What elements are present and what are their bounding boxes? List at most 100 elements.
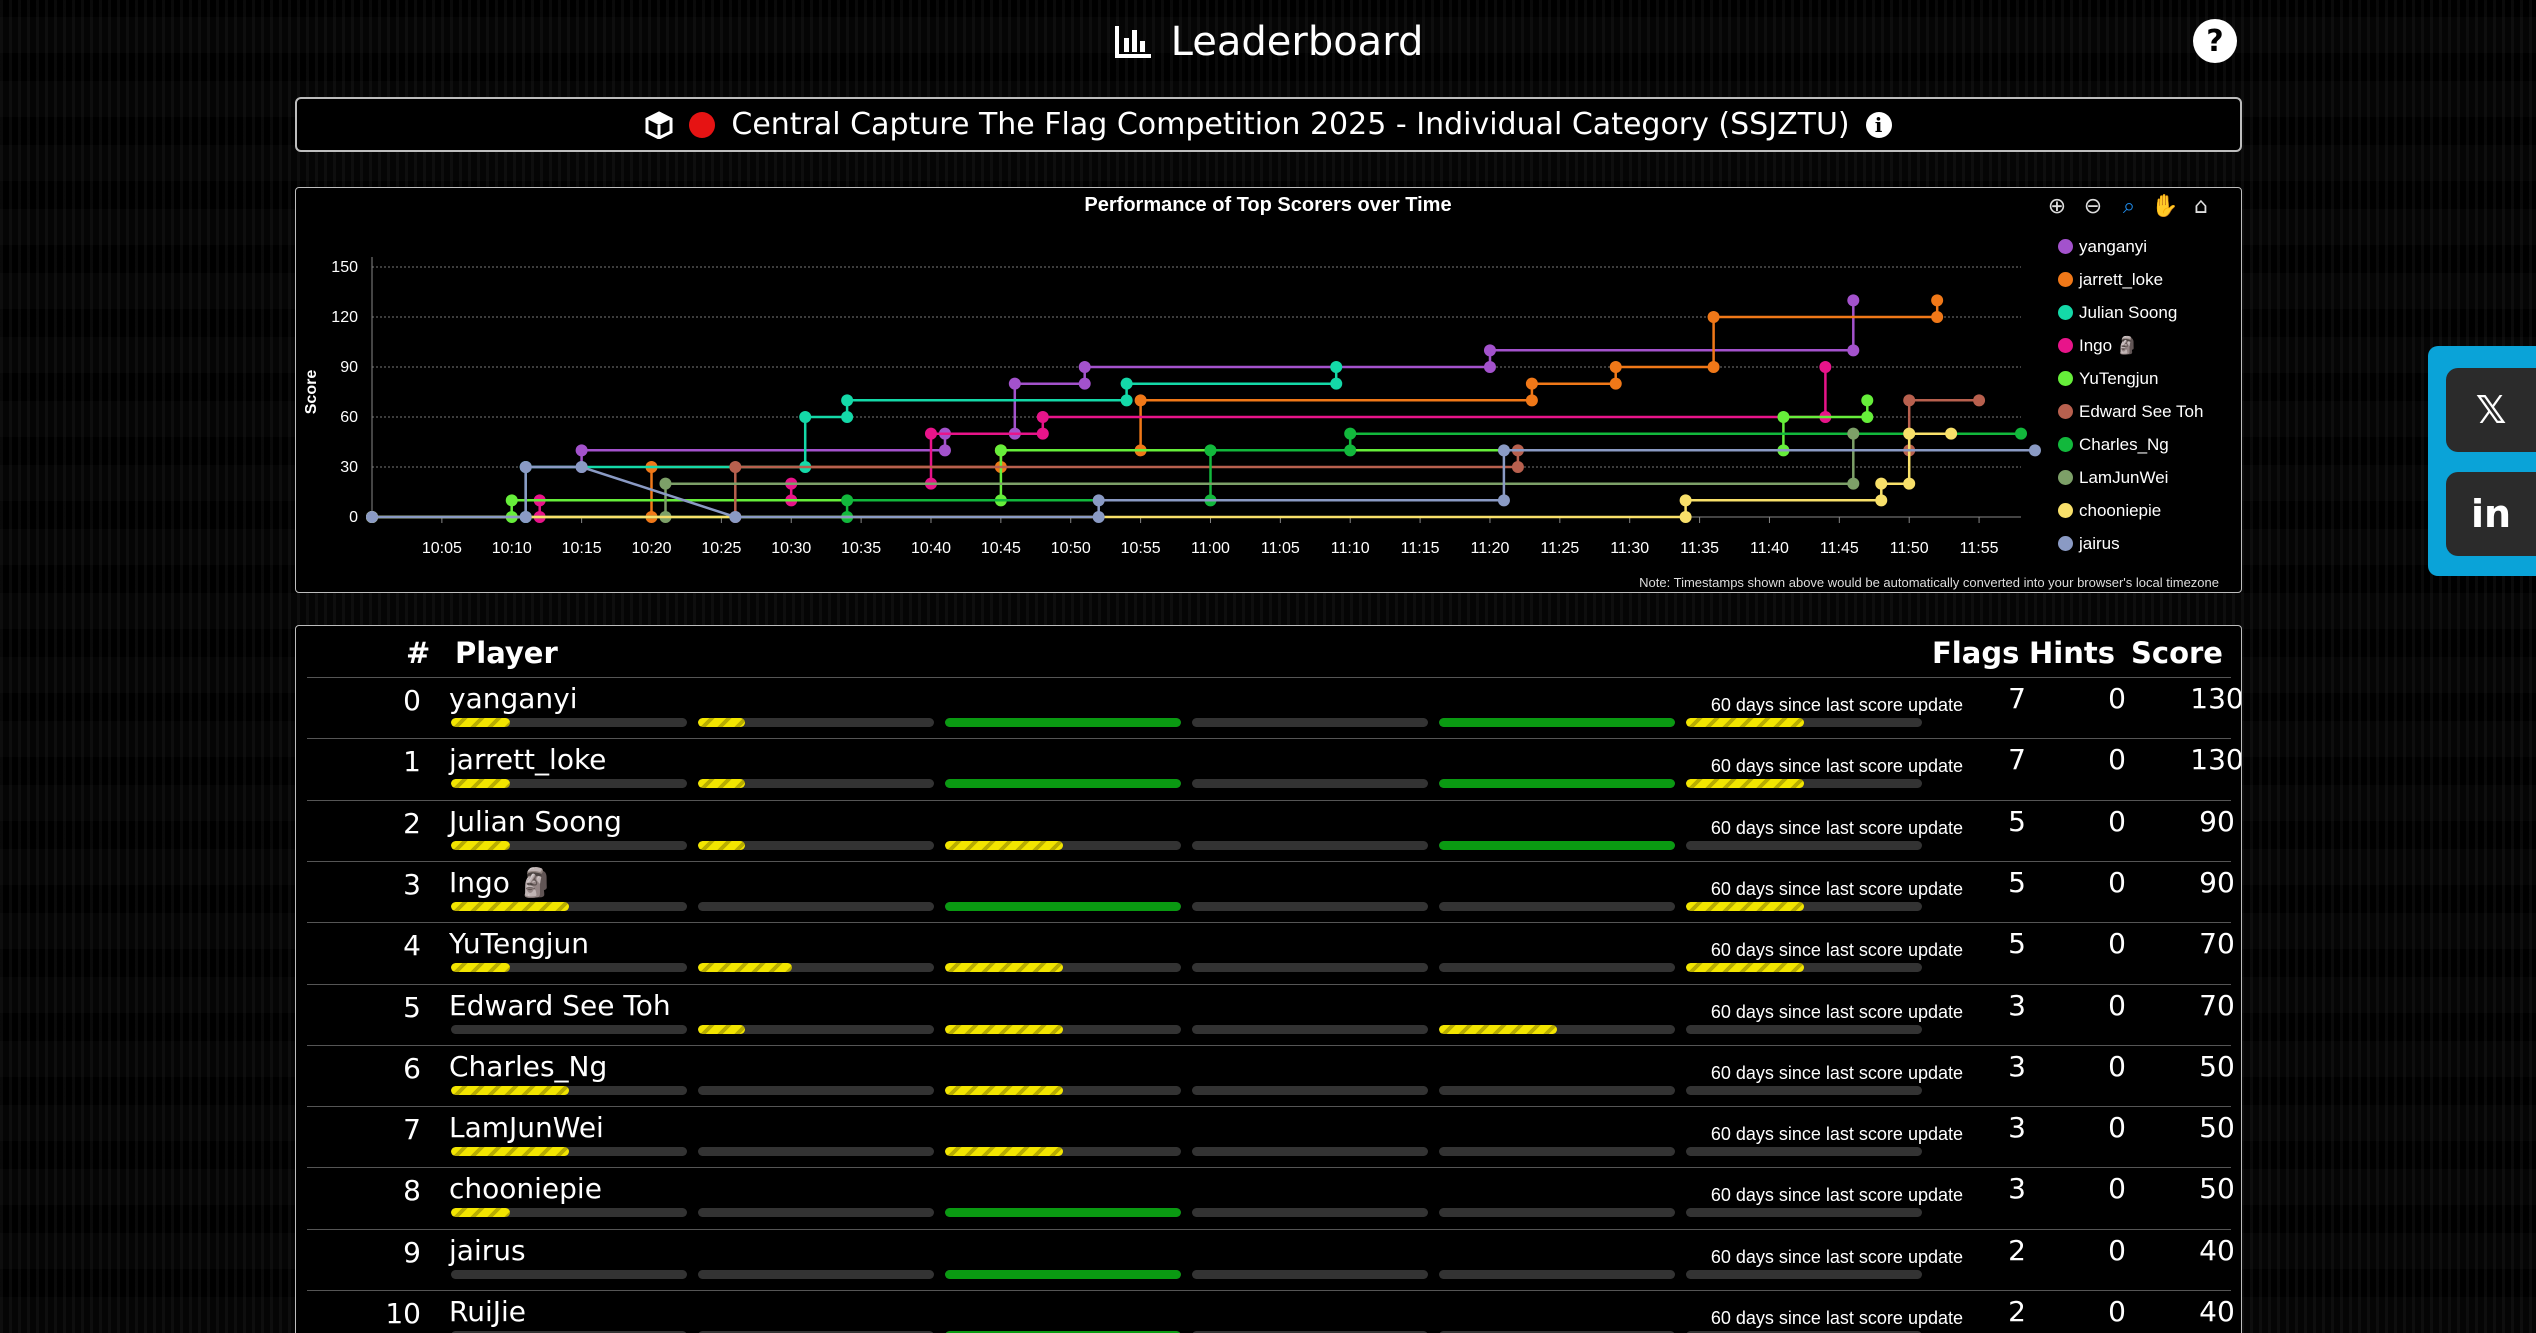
x-tick-label: 11:30	[1610, 540, 1649, 557]
zoom-out-icon[interactable]: ⊖	[2079, 192, 2107, 220]
progress-fill	[698, 840, 746, 850]
table-row[interactable]: 2 Julian Soong 60 days since last score up…	[307, 799, 2235, 861]
table-row[interactable]: 9 jairus 60 days since last score update 2 0…	[307, 1228, 2235, 1290]
legend-label: jarrett_loke	[2079, 269, 2164, 289]
player-name[interactable]: YuTengjun	[449, 927, 589, 960]
timezone-note: Note: Timestamps shown above would be au…	[1639, 575, 2219, 590]
progress-fill	[451, 1147, 569, 1157]
table-row[interactable]: 8 chooniepie 60 days since last score upda…	[307, 1167, 2235, 1228]
category-progress-bar	[1439, 901, 1675, 911]
legend-marker	[2058, 404, 2073, 419]
header-rank: #	[406, 636, 431, 670]
legend-item[interactable]: Ingo 🗿	[2058, 329, 2203, 362]
hints-cell: 0	[2108, 1111, 2126, 1145]
data-point	[1525, 377, 1538, 390]
table-row[interactable]: 4 YuTengjun 60 days since last score updat…	[307, 922, 2235, 983]
x-icon[interactable]: 𝕏	[2446, 368, 2536, 452]
hints-cell: 0	[2108, 804, 2126, 838]
table-row[interactable]: 3 Ingo 🗿 60 days since last score update 5 0…	[307, 860, 2235, 922]
progress-fill	[945, 1147, 1063, 1157]
x-tick-label: 11:50	[1890, 540, 1929, 557]
table-row[interactable]: 0 yanganyi 60 days since last score update…	[307, 677, 2241, 738]
legend-item[interactable]: YuTengjun	[2058, 362, 2203, 395]
table-row[interactable]: 5 Edward See Toh 60 days since last score …	[307, 983, 2235, 1045]
legend-item[interactable]: Edward See Toh	[2058, 395, 2203, 428]
category-progress-bar	[945, 779, 1181, 789]
flags-cell: 3	[2008, 1111, 2026, 1145]
legend-label: chooniepie	[2079, 500, 2162, 520]
data-point	[575, 444, 588, 457]
category-progress-bar	[1192, 718, 1428, 727]
data-point	[1483, 344, 1496, 357]
x-tick-label: 10:25	[701, 540, 741, 557]
y-tick-label: 150	[331, 259, 358, 276]
progress-fill	[1686, 963, 1804, 973]
player-name[interactable]: chooniepie	[449, 1172, 602, 1205]
legend-label: yanganyi	[2079, 236, 2148, 256]
zoom-in-icon[interactable]: ⊕	[2043, 192, 2071, 220]
score-cell: 90	[2199, 865, 2235, 899]
header-hints: Hints	[2029, 636, 2115, 670]
zoom-select-icon[interactable]: ⌕	[2115, 192, 2143, 220]
player-name[interactable]: LamJunWei	[449, 1111, 604, 1144]
table-row[interactable]: 6 Charles_Ng 60 days since last score upda…	[307, 1044, 2235, 1106]
player-name[interactable]: yanganyi	[449, 682, 578, 715]
legend-marker	[2058, 536, 2073, 551]
player-name[interactable]: Charles_Ng	[449, 1050, 607, 1083]
data-point	[1707, 311, 1720, 323]
legend-item[interactable]: jairus	[2058, 527, 2203, 560]
legend-item[interactable]: jarrett_loke	[2058, 263, 2203, 296]
flags-cell: 5	[2008, 865, 2026, 899]
hints-cell: 0	[2108, 743, 2126, 777]
legend-label: Charles_Ng	[2079, 434, 2169, 454]
info-icon[interactable]: i	[1865, 111, 1892, 138]
legend-item[interactable]: LamJunWei	[2058, 461, 2203, 494]
help-button[interactable]: ?	[2193, 19, 2237, 63]
linkedin-icon[interactable]: in	[2446, 472, 2536, 556]
data-point	[729, 461, 742, 473]
progress-fill	[945, 718, 1181, 727]
progress-fill	[1686, 718, 1804, 727]
last-update-text: 60 days since last score update	[1710, 1062, 1963, 1083]
legend-item[interactable]: chooniepie	[2058, 494, 2203, 527]
reset-zoom-icon[interactable]: ⌂	[2187, 192, 2215, 220]
category-progress-bar	[698, 1269, 934, 1279]
last-update-text: 60 days since last score update	[1710, 1246, 1963, 1267]
player-name[interactable]: Ingo 🗿	[449, 866, 554, 899]
player-name[interactable]: RuiJie	[449, 1295, 526, 1328]
legend-marker	[2058, 470, 2073, 485]
pan-icon[interactable]: ✋	[2151, 192, 2179, 220]
category-progress-bar	[1686, 1085, 1922, 1095]
flags-cell: 2	[2008, 1233, 2026, 1267]
rank-cell: 8	[403, 1174, 421, 1208]
progress-fill	[698, 1024, 746, 1034]
table-row[interactable]: 7 LamJunWei 60 days since last score updat…	[307, 1106, 2235, 1167]
category-progress-bar	[451, 1269, 687, 1279]
table-row[interactable]: 1 jarrett_loke 60 days since last score up…	[307, 738, 2241, 799]
y-tick-label: 30	[340, 459, 358, 476]
category-progress-bars	[451, 718, 1971, 727]
progress-fill	[945, 901, 1181, 911]
progress-fill	[945, 963, 1063, 973]
score-chart: Performance of Top Scorers over Time 0 30 6…	[295, 187, 2242, 593]
competition-selector[interactable]: Central Capture The Flag Competition 202…	[295, 97, 2242, 152]
player-name[interactable]: jairus	[449, 1234, 526, 1267]
data-point	[1861, 411, 1874, 423]
player-name[interactable]: jarrett_loke	[449, 743, 606, 776]
player-name[interactable]: Edward See Toh	[449, 989, 671, 1022]
player-name[interactable]: Julian Soong	[449, 805, 622, 838]
table-row[interactable]: 10 RuiJie 60 days since last score update 2…	[307, 1290, 2235, 1333]
category-progress-bar	[451, 963, 687, 973]
last-update-text: 60 days since last score update	[1710, 695, 1963, 715]
legend-marker	[2058, 437, 2073, 452]
data-point	[841, 411, 854, 423]
rank-cell: 5	[403, 990, 421, 1024]
data-point	[1777, 411, 1790, 423]
x-tick-label: 10:35	[841, 540, 881, 557]
category-progress-bar	[1192, 963, 1428, 973]
data-point	[1078, 377, 1091, 390]
legend-item[interactable]: Julian Soong	[2058, 296, 2203, 329]
legend-item[interactable]: yanganyi	[2058, 230, 2203, 263]
legend-item[interactable]: Charles_Ng	[2058, 428, 2203, 461]
data-point	[924, 427, 937, 440]
